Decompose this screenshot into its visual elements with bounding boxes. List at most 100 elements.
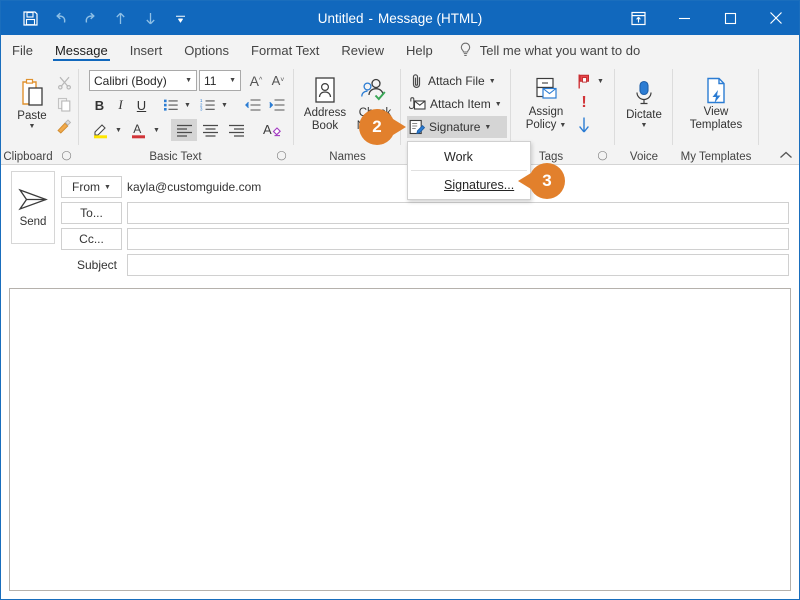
tab-help-label: Help	[406, 42, 433, 58]
tab-file[interactable]: File	[1, 35, 44, 65]
tab-format-text[interactable]: Format Text	[240, 35, 330, 65]
lightbulb-icon	[458, 42, 473, 58]
format-painter-button[interactable]	[53, 116, 75, 136]
undo-icon[interactable]	[45, 4, 75, 32]
dictate-button[interactable]: Dictate ▼	[619, 71, 669, 137]
tab-insert[interactable]: Insert	[119, 35, 174, 65]
low-importance-button[interactable]	[573, 114, 595, 136]
up-arrow-icon[interactable]	[105, 4, 135, 32]
to-input[interactable]	[127, 202, 789, 224]
tags-dialog-launcher[interactable]: ◯	[597, 150, 608, 161]
assign-policy-chevron-down-icon: ▼	[559, 121, 567, 129]
from-button[interactable]: From ▼	[61, 176, 122, 198]
ribbon-group-my-templates: View Templates My Templates	[673, 65, 759, 165]
customize-quick-access-icon[interactable]	[165, 4, 195, 32]
numbering-button[interactable]: 123	[196, 95, 219, 115]
font-name-combobox[interactable]: Calibri (Body) ▼	[89, 70, 197, 91]
cc-input[interactable]	[127, 228, 789, 250]
signatures-menu-item[interactable]: Signatures...	[408, 172, 530, 197]
grow-font-button[interactable]: A ^	[245, 70, 267, 91]
follow-up-dropdown[interactable]: ▼	[595, 71, 606, 91]
message-body-editor[interactable]	[9, 288, 791, 591]
view-templates-label-line2: Templates	[689, 119, 743, 131]
from-value[interactable]: kayla@customguide.com	[127, 176, 261, 198]
font-name-chevron-down-icon[interactable]: ▼	[185, 77, 192, 84]
save-icon[interactable]	[15, 4, 45, 32]
grow-font-label: A	[249, 72, 260, 89]
scissors-icon	[57, 75, 72, 90]
tab-insert-label: Insert	[129, 42, 163, 58]
callout-step-2: 2	[359, 109, 406, 145]
paste-chevron-down-icon[interactable]: ▼	[29, 123, 36, 130]
send-button-label: Send	[19, 216, 47, 228]
align-center-button[interactable]	[197, 119, 223, 141]
high-importance-button[interactable]: !	[573, 92, 595, 113]
clipboard-group-label: Clipboard	[3, 151, 53, 163]
paste-button[interactable]: Paste ▼	[11, 71, 53, 135]
font-size-chevron-down-icon[interactable]: ▼	[229, 77, 236, 84]
subject-input[interactable]	[127, 254, 789, 276]
highlight-color-button[interactable]	[89, 119, 113, 141]
clear-formatting-button[interactable]: A	[259, 119, 285, 141]
cc-button[interactable]: Cc...	[61, 228, 122, 250]
address-book-button[interactable]: Address Book	[300, 71, 350, 137]
highlighter-icon	[92, 121, 110, 139]
collapse-ribbon-icon[interactable]	[779, 150, 793, 163]
redo-icon[interactable]	[75, 4, 105, 32]
copy-button[interactable]	[53, 94, 75, 114]
font-color-dropdown[interactable]: ▼	[151, 119, 162, 141]
shrink-font-button[interactable]: A ˅	[267, 70, 289, 91]
view-templates-button[interactable]: View Templates	[683, 71, 749, 137]
down-arrow-blue-icon	[577, 116, 591, 134]
ribbon-group-clipboard: Paste ▼ Clipboard ◯	[1, 65, 79, 165]
tab-message[interactable]: Message	[44, 35, 119, 65]
cc-row: Cc...	[61, 228, 789, 250]
close-icon[interactable]	[753, 1, 799, 35]
tab-options[interactable]: Options	[173, 35, 240, 65]
voice-group-label: Voice	[629, 151, 659, 163]
signature-menu-item-work[interactable]: Work	[408, 144, 530, 169]
tell-me-search[interactable]: Tell me what you want to do	[444, 35, 640, 65]
decrease-indent-button[interactable]	[241, 95, 264, 115]
bullets-chevron-down-icon: ▼	[184, 101, 191, 109]
bullets-button[interactable]	[159, 95, 182, 115]
from-button-label: From	[72, 180, 101, 194]
bold-button[interactable]: B	[89, 95, 110, 115]
tab-help[interactable]: Help	[395, 35, 444, 65]
signature-button[interactable]: Signature ▼	[407, 116, 507, 138]
maximize-icon[interactable]	[707, 1, 753, 35]
cut-button[interactable]	[53, 72, 75, 92]
send-button[interactable]: Send	[11, 171, 55, 244]
attach-file-button[interactable]: Attach File ▼	[407, 70, 507, 92]
italic-button[interactable]: I	[110, 95, 131, 115]
font-size-combobox[interactable]: 11 ▼	[199, 70, 241, 91]
numbered-list-icon: 123	[200, 98, 216, 112]
assign-policy-button[interactable]: Assign Policy ▼	[519, 71, 573, 137]
view-templates-icon	[702, 77, 730, 105]
title-bar: Untitled - Message (HTML)	[1, 1, 799, 35]
font-color-button[interactable]: A	[127, 119, 151, 141]
minimize-icon[interactable]	[661, 1, 707, 35]
underline-button[interactable]: U	[131, 95, 152, 115]
basic-text-group-label: Basic Text	[149, 151, 202, 163]
window-controls	[615, 1, 799, 35]
bullets-dropdown[interactable]: ▼	[182, 95, 193, 115]
signatures-menu-item-label: Signatures...	[444, 177, 515, 192]
align-left-button[interactable]	[171, 119, 197, 141]
align-right-button[interactable]	[223, 119, 249, 141]
align-left-icon	[176, 124, 193, 137]
attach-item-button[interactable]: Attach Item ▼	[407, 93, 507, 115]
down-arrow-icon[interactable]	[135, 4, 165, 32]
tab-review[interactable]: Review	[330, 35, 395, 65]
attach-item-icon	[409, 96, 426, 112]
italic-label: I	[118, 97, 123, 112]
follow-up-button[interactable]	[573, 71, 595, 91]
ribbon-display-options-icon[interactable]	[615, 1, 661, 35]
tab-message-label: Message	[54, 42, 108, 58]
flag-icon	[576, 73, 592, 90]
increase-indent-button[interactable]	[265, 95, 288, 115]
to-button[interactable]: To...	[61, 202, 122, 224]
highlight-color-dropdown[interactable]: ▼	[113, 119, 124, 141]
basic-text-dialog-launcher[interactable]: ◯	[276, 150, 287, 161]
numbering-dropdown[interactable]: ▼	[219, 95, 230, 115]
